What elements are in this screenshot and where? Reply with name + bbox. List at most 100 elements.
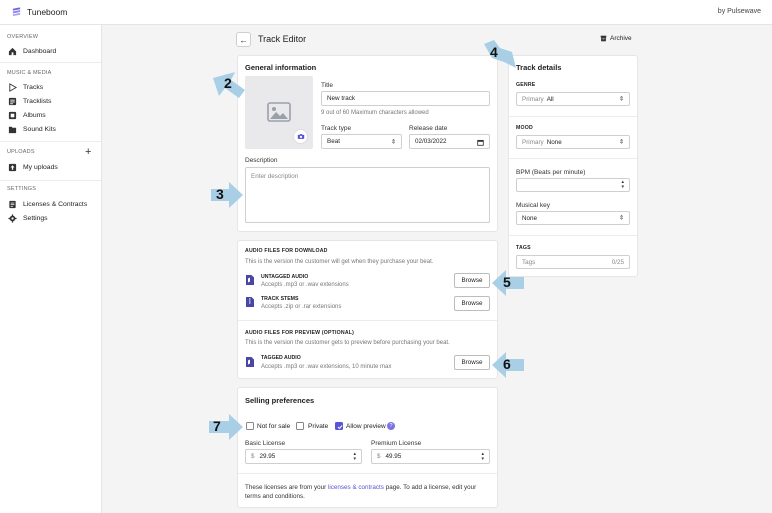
home-icon — [8, 47, 17, 55]
tagged-audio-desc: Accepts .mp3 or .wav extensions, 10 minu… — [261, 364, 392, 370]
allow-preview-checkbox[interactable] — [335, 422, 343, 430]
basic-license-label: Basic License — [245, 440, 286, 447]
bpm-input[interactable]: ▴ ▾ — [516, 178, 630, 192]
divider — [0, 141, 101, 142]
release-date-value: 02/03/2022 — [415, 138, 447, 145]
gear-icon — [8, 213, 17, 223]
track-type-select[interactable]: Beat ⇕ — [321, 134, 402, 149]
archive-file-icon — [246, 297, 254, 307]
sidebar-item-albums[interactable]: Albums — [8, 109, 46, 121]
chevron-updown-icon: ⇕ — [390, 139, 396, 145]
track-stems-desc: Accepts .zip or .rar extensions — [261, 304, 342, 310]
download-heading: AUDIO FILES FOR DOWNLOAD — [245, 248, 328, 254]
genre-select[interactable]: Primary All ⇕ — [516, 92, 630, 106]
general-info-heading: General information — [245, 63, 317, 72]
play-icon — [9, 82, 17, 92]
checkmark-icon — [337, 424, 342, 429]
description-placeholder: Enter description — [251, 173, 299, 180]
not-for-sale-checkbox[interactable] — [246, 422, 254, 430]
description-label: Description — [245, 157, 278, 164]
title-label: Title — [321, 82, 334, 89]
sidebar-item-label: Tracks — [23, 83, 44, 91]
browse-tagged-audio-button[interactable]: Browse — [454, 355, 490, 370]
description-textarea[interactable]: Enter description — [245, 167, 490, 223]
mood-label: MOOD — [516, 125, 533, 131]
tags-placeholder: Tags — [522, 258, 536, 266]
private-checkbox[interactable] — [296, 422, 304, 430]
release-date-input[interactable]: 02/03/2022 — [409, 134, 490, 149]
sidebar-item-dashboard[interactable]: Dashboard — [8, 45, 56, 57]
untagged-audio-desc: Accepts .mp3 or .wav extensions — [261, 282, 349, 288]
stepper-icon[interactable]: ▴ ▾ — [621, 180, 624, 190]
licenses-contracts-link[interactable]: licenses & contracts — [328, 484, 384, 491]
mood-select[interactable]: Primary None ⇕ — [516, 135, 630, 149]
divider — [0, 180, 101, 181]
callout-number-2: 2 — [224, 75, 232, 91]
bpm-label: BPM (Beats per minute) — [516, 169, 586, 176]
callout-arrow-3 — [211, 182, 243, 208]
premium-license-price-input[interactable]: $ 49.95 ▴ ▾ — [371, 449, 490, 464]
back-button[interactable]: ← — [236, 32, 251, 47]
archive-button[interactable]: Archive — [600, 35, 632, 42]
sidebar-item-settings[interactable]: Settings — [8, 212, 48, 224]
untagged-audio-title: UNTAGGED AUDIO — [261, 274, 309, 280]
calendar-icon — [477, 139, 484, 146]
chevron-updown-icon: ⇕ — [618, 139, 624, 146]
track-type-value: Beat — [327, 138, 340, 145]
callout-number-5: 5 — [503, 274, 511, 290]
tags-label: TAGS — [516, 245, 531, 251]
private-label: Private — [308, 423, 329, 430]
list-icon — [8, 97, 17, 105]
audio-file-icon — [246, 275, 254, 285]
upload-cover-button[interactable] — [293, 129, 308, 144]
contract-icon — [9, 200, 16, 208]
stepper-icon[interactable]: ▴ ▾ — [481, 451, 484, 462]
add-upload-icon[interactable]: + — [85, 147, 91, 158]
stepper-icon[interactable]: ▴ ▾ — [353, 451, 356, 462]
sidebar-item-licenses-contracts[interactable]: Licenses & Contracts — [8, 198, 87, 210]
divider — [509, 116, 637, 117]
musical-key-label: Musical key — [516, 202, 550, 209]
audio-file-icon — [246, 357, 254, 367]
callout-arrow-4 — [484, 40, 516, 68]
track-stems-title: TRACK STEMS — [261, 296, 299, 302]
tags-input[interactable]: Tags 0/25 — [516, 255, 630, 269]
basic-license-price-input[interactable]: $ 29.95 ▴ ▾ — [245, 449, 362, 464]
sidebar-item-my-uploads[interactable]: My uploads — [8, 161, 58, 173]
camera-icon — [297, 134, 304, 139]
sidebar-item-tracks[interactable]: Tracks — [8, 81, 43, 93]
top-bar: Tuneboom by Pulsewave — [0, 0, 772, 25]
preview-subtitle: This is the version the customer gets to… — [245, 340, 450, 346]
upload-icon — [8, 163, 17, 171]
basic-license-value: 29.95 — [259, 453, 276, 460]
currency-symbol: $ — [251, 453, 255, 460]
title-value: New track — [327, 95, 355, 102]
title-input[interactable]: New track — [321, 91, 490, 106]
title-hint: 9 out of 60 Maximum characters allowed — [321, 110, 429, 116]
tagged-audio-title: TAGGED AUDIO — [261, 355, 301, 361]
browse-track-stems-button[interactable]: Browse — [454, 296, 490, 311]
brand[interactable]: Tuneboom — [11, 6, 67, 17]
help-icon[interactable]: ? — [387, 422, 395, 430]
track-details-heading: Track details — [516, 63, 562, 72]
divider — [509, 158, 637, 159]
section-label-music-media: MUSIC & MEDIA — [7, 70, 52, 76]
sidebar-item-tracklists[interactable]: Tracklists — [8, 95, 51, 107]
footer-text-line2: terms and conditions. — [245, 493, 305, 500]
sidebar-item-sound-kits[interactable]: Sound Kits — [8, 123, 56, 135]
divider — [509, 235, 637, 236]
sidebar-item-label: Dashboard — [23, 47, 57, 55]
section-label-uploads: UPLOADS — [7, 149, 35, 155]
premium-license-value: 49.95 — [385, 453, 402, 460]
download-subtitle: This is the version the customer will ge… — [245, 259, 434, 265]
chevron-updown-icon: ⇕ — [618, 96, 624, 103]
app-name: Tuneboom — [27, 6, 68, 17]
currency-symbol: $ — [377, 453, 381, 460]
archive-icon — [600, 35, 607, 42]
genre-value: All — [546, 95, 554, 103]
browse-untagged-audio-button[interactable]: Browse — [454, 273, 490, 288]
mood-prefix: Primary — [522, 138, 544, 146]
musical-key-value: None — [522, 214, 538, 222]
musical-key-select[interactable]: None ⇕ — [516, 211, 630, 225]
sidebar-item-label: Settings — [23, 214, 48, 222]
